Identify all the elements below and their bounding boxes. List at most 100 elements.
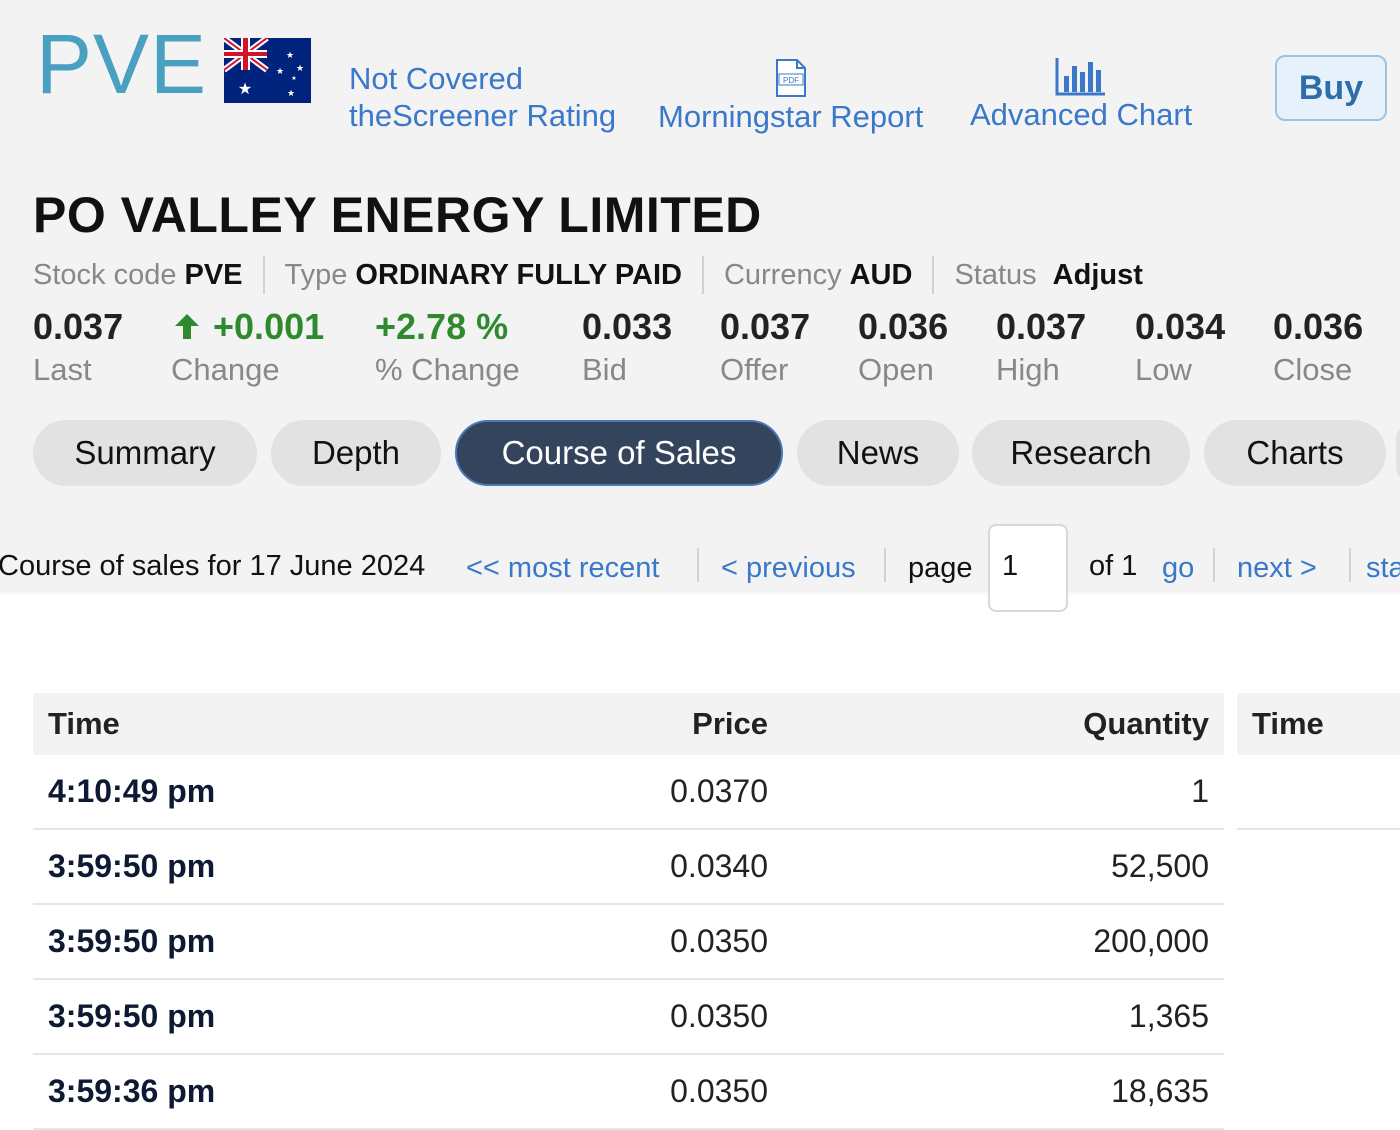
go-link[interactable]: go: [1162, 552, 1194, 585]
tab-research[interactable]: Research: [972, 420, 1190, 486]
table-row: 3:59:50 pm 0.0350 1,365: [33, 979, 1224, 1055]
svg-text:★: ★: [296, 63, 304, 73]
offer-label: Offer: [720, 352, 789, 387]
course-of-sales-table: Time Price Quantity 4:10:49 pm 0.0370 1 …: [33, 693, 1224, 1130]
morningstar-label: Morningstar Report: [658, 99, 924, 134]
trade-price: 0.0350: [443, 979, 783, 1055]
svg-text:★: ★: [286, 50, 294, 60]
quantity-column-header[interactable]: Quantity: [783, 693, 1224, 755]
divider: [1349, 548, 1351, 582]
tab-news[interactable]: News: [797, 420, 959, 486]
tab-course-of-sales[interactable]: Course of Sales: [455, 420, 783, 486]
trade-quantity: 18,635: [783, 1054, 1224, 1130]
open-label: Open: [858, 352, 934, 387]
most-recent-link[interactable]: << most recent: [466, 552, 659, 585]
table-header-row: Time Price Quantity: [33, 693, 1224, 755]
trade-quantity: 1: [783, 755, 1224, 830]
pdf-icon: PDF: [775, 59, 806, 97]
bid-stat: 0.033 Bid: [582, 306, 672, 388]
previous-link[interactable]: < previous: [721, 552, 856, 585]
advanced-chart-link[interactable]: Advanced Chart: [970, 56, 1192, 133]
tab-summary[interactable]: Summary: [33, 420, 257, 486]
course-of-sales-title: Course of sales for 17 June 2024: [0, 550, 426, 582]
open-value: 0.036: [858, 306, 949, 347]
divider: [884, 548, 886, 582]
table-row: 4:10:49 pm 0.0370 1: [33, 755, 1224, 830]
bid-value: 0.033: [582, 306, 673, 347]
low-value: 0.034: [1135, 306, 1226, 347]
empty-cell: [1237, 755, 1400, 830]
table-row: 3:59:50 pm 0.0350 200,000: [33, 904, 1224, 980]
security-meta-row: Stock code PVE Type ORDINARY FULLY PAID …: [33, 256, 1143, 294]
svg-text:★: ★: [287, 88, 295, 98]
time-column-header[interactable]: Time: [1237, 693, 1400, 755]
price-column-header[interactable]: Price: [443, 693, 783, 755]
rating-label: theScreener Rating: [349, 98, 617, 134]
trade-time: 3:59:50 pm: [33, 829, 443, 905]
change-stat: +0.001 Change: [171, 306, 324, 388]
trade-time: 3:59:50 pm: [33, 979, 443, 1055]
tab-depth[interactable]: Depth: [271, 420, 441, 486]
trade-price: 0.0350: [443, 904, 783, 980]
tab-charts[interactable]: Charts: [1204, 420, 1386, 486]
close-label: Close: [1273, 352, 1353, 387]
screener-rating-link[interactable]: Not Covered theScreener Rating: [349, 60, 616, 134]
bid-label: Bid: [582, 352, 627, 387]
offer-value: 0.037: [720, 306, 811, 347]
currency-label: Currency: [723, 258, 842, 291]
rating-status: Not Covered: [349, 61, 524, 96]
currency-value: AUD: [849, 258, 913, 291]
trade-quantity: 200,000: [783, 904, 1224, 980]
change-value: +0.001: [213, 306, 325, 347]
stock-code-value: PVE: [184, 258, 243, 291]
trade-price: 0.0350: [443, 1054, 783, 1130]
open-stat: 0.036 Open: [858, 306, 948, 388]
time-column-header[interactable]: Time: [33, 693, 443, 755]
trade-quantity: 1,365: [783, 979, 1224, 1055]
advanced-chart-label: Advanced Chart: [970, 97, 1193, 132]
divider: [701, 256, 704, 294]
divider: [697, 548, 699, 582]
svg-text:★: ★: [276, 66, 284, 76]
close-stat: 0.036 Close: [1273, 306, 1363, 388]
type-value: ORDINARY FULLY PAID: [355, 258, 682, 291]
low-stat: 0.034 Low: [1135, 306, 1225, 388]
page-count: of 1: [1089, 550, 1138, 582]
offer-stat: 0.037 Offer: [720, 306, 810, 388]
high-label: High: [996, 352, 1060, 387]
high-value: 0.037: [996, 306, 1087, 347]
pagination-bar: Course of sales for 17 June 2024 << most…: [0, 540, 1400, 600]
page-label: page: [908, 552, 973, 584]
second-trades-table: Time: [1237, 693, 1400, 830]
svg-text:★: ★: [291, 75, 296, 82]
divider: [262, 256, 265, 294]
bar-chart-icon: [1055, 58, 1106, 96]
trade-quantity: 52,500: [783, 829, 1224, 905]
tab-overflow[interactable]: [1396, 420, 1400, 486]
trade-time: 4:10:49 pm: [33, 755, 443, 830]
pct-change-value: +2.78 %: [375, 306, 509, 347]
last-price-value: 0.037: [33, 306, 124, 347]
last-price-stat: 0.037 Last: [33, 306, 123, 388]
close-value: 0.036: [1273, 306, 1364, 347]
pdf-badge-text: PDF: [783, 76, 799, 85]
table-row: 3:59:50 pm 0.0340 52,500: [33, 829, 1224, 905]
status-label: Status: [954, 258, 1037, 291]
trade-price: 0.0370: [443, 755, 783, 830]
last-price-label: Last: [33, 352, 92, 387]
high-stat: 0.037 High: [996, 306, 1086, 388]
page-number-input[interactable]: 1: [988, 524, 1068, 612]
type-label: Type: [284, 258, 348, 291]
quote-header-panel: PVE ★ ★ ★ ★ ★ ★ Not Covered theScreener …: [0, 0, 1400, 590]
australia-flag-icon: ★ ★ ★ ★ ★ ★: [224, 38, 311, 103]
next-link[interactable]: next >: [1237, 552, 1317, 585]
trade-time: 3:59:36 pm: [33, 1054, 443, 1130]
divider: [932, 256, 935, 294]
morningstar-report-link[interactable]: PDF Morningstar Report: [658, 58, 923, 135]
low-label: Low: [1135, 352, 1192, 387]
buy-button[interactable]: Buy: [1275, 55, 1387, 121]
ticker-symbol: PVE: [36, 17, 208, 111]
arrow-up-icon: [175, 314, 199, 339]
pct-change-label: % Change: [375, 352, 520, 387]
start-link[interactable]: sta: [1366, 552, 1400, 585]
